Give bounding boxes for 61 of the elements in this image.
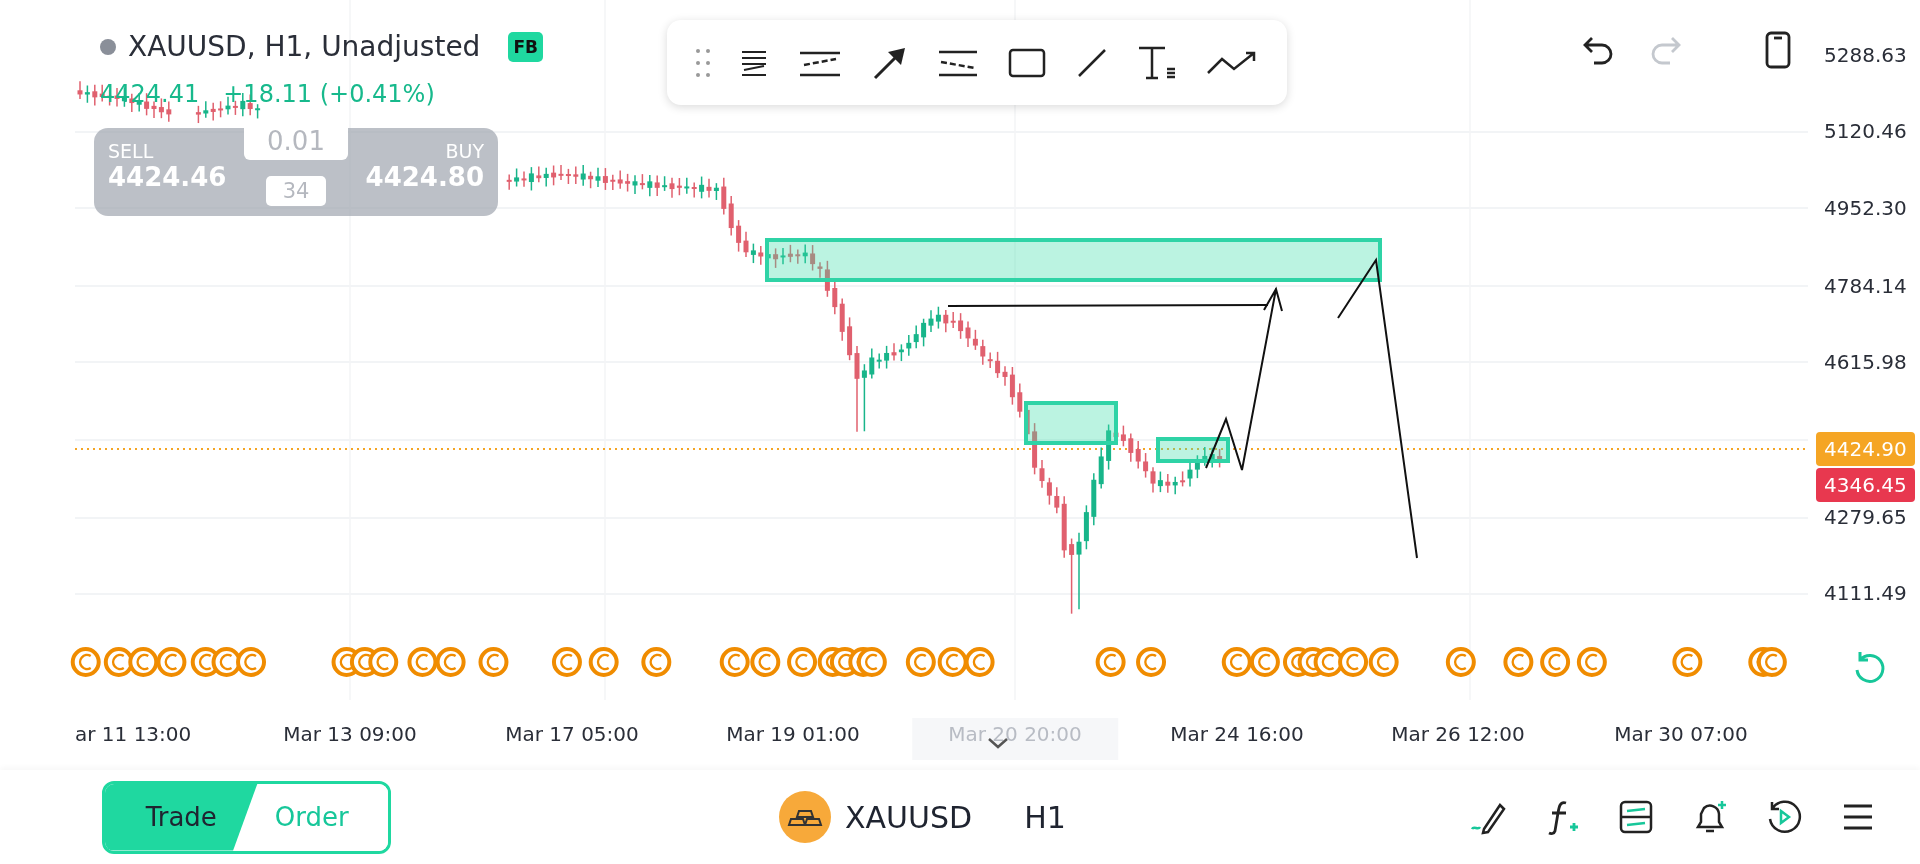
event-marker-icon[interactable] [1095, 647, 1126, 677]
event-marker-icon[interactable] [1672, 647, 1703, 677]
time-label: Mar 19 01:00 [726, 722, 860, 746]
event-marker-stack-icon[interactable] [331, 647, 399, 677]
event-marker-icon[interactable] [551, 647, 582, 677]
time-label: Mar 30 07:00 [1614, 722, 1748, 746]
event-marker-icon[interactable] [70, 647, 101, 677]
event-marker-icon[interactable] [1249, 647, 1280, 677]
event-marker-stack-icon[interactable] [1748, 647, 1787, 677]
event-marker-icon[interactable] [1503, 647, 1534, 677]
event-marker-icon[interactable] [478, 647, 509, 677]
price-tag: 4346.45 [1816, 468, 1915, 502]
ingot-icon[interactable] [779, 791, 831, 843]
event-marker-icon[interactable] [407, 647, 438, 677]
price-label: 4784.14 [1824, 274, 1907, 298]
event-marker-stack-icon[interactable] [937, 647, 995, 677]
symbol-name[interactable]: XAUUSD [845, 799, 973, 835]
price-label: 4111.49 [1824, 581, 1907, 605]
event-marker-icon[interactable] [1540, 647, 1571, 677]
sell-button[interactable]: SELL 4424.46 [94, 128, 241, 216]
price-tag: 4424.90 [1816, 432, 1915, 466]
event-marker-icon[interactable] [905, 647, 936, 677]
rectangle-icon[interactable] [1008, 47, 1047, 78]
event-marker-icon[interactable] [1368, 647, 1399, 677]
price-label: 4952.30 [1824, 196, 1907, 220]
price-change: +18.11 (+0.41%) [223, 80, 435, 108]
event-marker-icon[interactable] [1576, 647, 1607, 677]
price-label: 5288.63 [1824, 43, 1907, 67]
symbol-title: XAUUSD, H1, Unadjusted [128, 30, 481, 63]
price-label: 4615.98 [1824, 350, 1907, 374]
event-marker-icon[interactable] [719, 647, 750, 677]
event-marker-icon[interactable] [1136, 647, 1167, 677]
event-marker-icon[interactable] [588, 647, 619, 677]
event-marker-icon[interactable] [156, 647, 187, 677]
time-label: Mar 13 09:00 [283, 722, 417, 746]
event-marker-icon[interactable] [641, 647, 672, 677]
status-dot [100, 38, 116, 55]
text-tool-icon[interactable] [1136, 44, 1177, 81]
time-label: Mar 24 16:00 [1170, 722, 1304, 746]
event-marker-icon[interactable] [787, 647, 818, 677]
time-label: Mar 17 05:00 [505, 722, 639, 746]
timeframe[interactable]: H1 [1024, 799, 1066, 835]
time-label: ar 11 13:00 [75, 722, 192, 746]
spread-value: 34 [266, 176, 326, 206]
event-marker-icon[interactable] [435, 647, 466, 677]
event-marker-icon[interactable] [1445, 647, 1476, 677]
time-label: Mar 20 20:00 [912, 718, 1118, 760]
grip-icon[interactable] [695, 47, 710, 78]
event-marker-stack-icon[interactable] [190, 647, 266, 677]
event-marker-stack-icon[interactable] [817, 647, 887, 677]
event-marker-icon[interactable] [1221, 647, 1252, 677]
buy-button[interactable]: BUY 4424.80 [351, 128, 498, 216]
mode-tab[interactable]: Trade [105, 783, 258, 851]
event-marker-icon[interactable] [750, 647, 781, 677]
event-marker-stack-icon[interactable] [1282, 647, 1369, 677]
lot-field[interactable]: 0.01 [244, 126, 348, 160]
broker-badge: FB [508, 31, 543, 62]
event-marker-stack-icon[interactable] [103, 647, 159, 677]
price-label: 4279.65 [1824, 505, 1907, 529]
price-label: 5120.46 [1824, 119, 1907, 143]
time-label: Mar 26 12:00 [1391, 722, 1525, 746]
